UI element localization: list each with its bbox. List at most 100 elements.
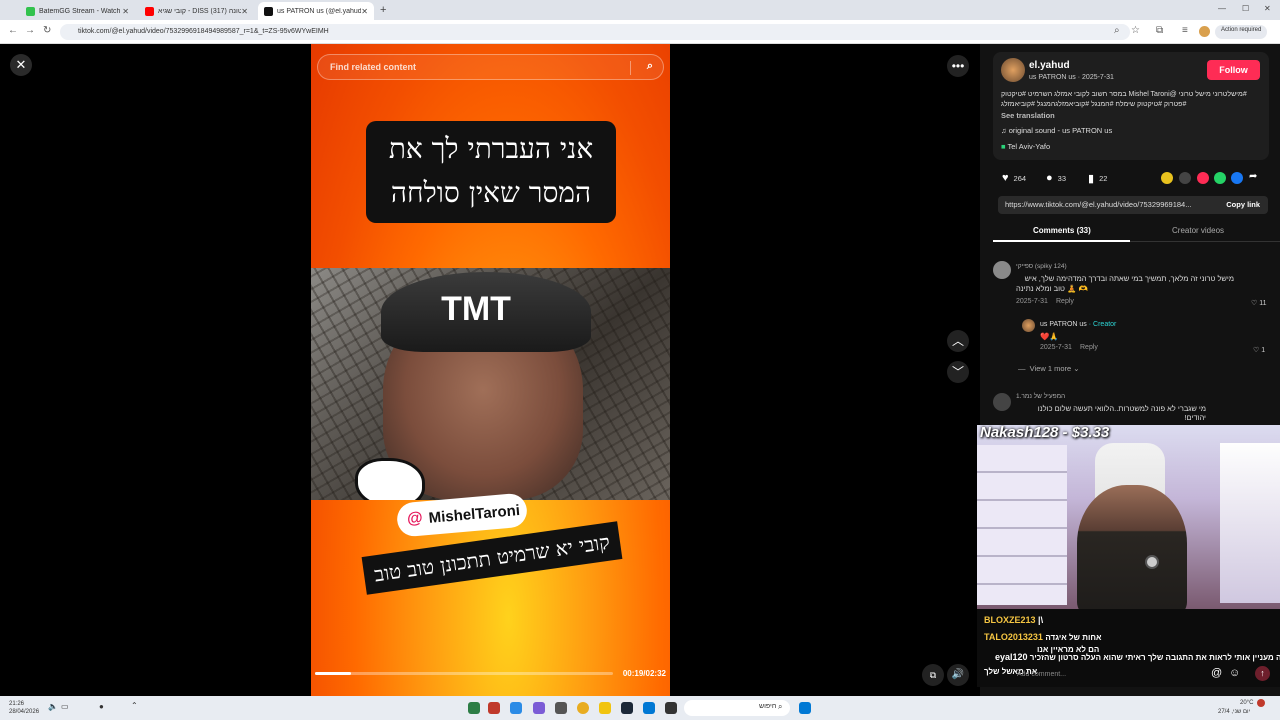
comment-like[interactable]: ♡ 11 (1251, 299, 1267, 307)
new-tab-button[interactable]: + (380, 4, 386, 16)
comment-author[interactable]: ספייקי (spiky 124) (1016, 263, 1067, 270)
video-description: #מישלטרוני מישל טרוני @Mishel Taroni במס… (1001, 91, 1247, 108)
pip-icon[interactable]: ⧉ (922, 664, 944, 686)
youtube-icon (145, 6, 154, 16)
share-link-box[interactable]: https://www.tiktok.com/@el.yahud/video/7… (998, 196, 1268, 214)
app-icon[interactable] (555, 702, 567, 714)
right-date: יום שני, 27/4 (1218, 709, 1251, 715)
weather: 20°C (1240, 700, 1254, 706)
back-icon[interactable]: ← (8, 25, 18, 36)
tab-label: BatemGG Stream - Watch Live (39, 7, 122, 15)
reload-icon[interactable]: ↻ (43, 25, 51, 36)
share-arrow-icon[interactable]: ➦ (1249, 171, 1257, 182)
save-count: 22 (1099, 174, 1108, 183)
follow-button[interactable]: Follow (1207, 60, 1260, 80)
browser-tab-bar: BatemGG Stream - Watch Live ✕ קובי שגיא … (0, 0, 1280, 20)
media-icon[interactable]: ≡ (1182, 25, 1188, 36)
video-player[interactable]: Find related content ⌕ אני העברתי לך את … (311, 44, 670, 696)
comment-author[interactable]: 1.המפעיל של נמר (1016, 393, 1065, 400)
maximize-button[interactable]: ☐ (1242, 4, 1249, 13)
notification-badge[interactable] (1257, 699, 1265, 707)
more-options-icon[interactable]: ••• (947, 55, 969, 77)
minimize-button[interactable]: — (1218, 4, 1226, 13)
video-progress-bar[interactable] (315, 672, 613, 675)
see-translation-link[interactable]: See translation (1001, 111, 1055, 120)
related-search-input[interactable]: Find related content ⌕ (317, 54, 664, 80)
bookmark-star-icon[interactable]: ☆ (1131, 25, 1140, 36)
avatar[interactable] (993, 393, 1011, 411)
browser-tab[interactable]: קובי שגיא - DISS (317) של טונה ✕ (139, 2, 254, 20)
close-icon[interactable]: ✕ (122, 7, 129, 16)
coin-icon[interactable] (1161, 172, 1173, 184)
close-icon[interactable]: ✕ (361, 7, 368, 16)
stream-donation-title: Nakash128 - $3.33 (980, 425, 1110, 441)
like-stat[interactable]: ♥ 264 (1002, 172, 1026, 184)
action-required-button[interactable]: Action required (1215, 25, 1268, 39)
chevron-up-icon[interactable]: ⌃ (131, 701, 138, 710)
app-icon[interactable] (665, 702, 677, 714)
tab-label: קובי שגיא - DISS (317) של טונה (158, 7, 242, 15)
mention-text: MishelTaroni (427, 501, 521, 527)
zoom-icon[interactable]: ⌕ (1114, 25, 1120, 36)
mention-icon[interactable]: @ (1211, 667, 1222, 679)
folder-icon[interactable] (599, 702, 611, 714)
app-icon[interactable] (533, 702, 545, 714)
comment-date: 2025-7-31 (1016, 298, 1048, 305)
chevron-down-icon[interactable]: ﹀ (947, 361, 969, 383)
reply-link[interactable]: Reply (1080, 344, 1098, 351)
taskbar-search[interactable]: חיפוש ⌕ (684, 700, 790, 716)
tab-comments[interactable]: Comments (33) (1033, 226, 1091, 235)
chrome-icon[interactable] (577, 702, 589, 714)
whatsapp-icon[interactable] (1214, 172, 1226, 184)
view-more-replies[interactable]: — View 1 more ⌄ (1018, 364, 1080, 373)
chat-line: eyal120 זה מעניין אותי לראות את התגובה ש… (995, 652, 1280, 662)
location-row[interactable]: ■ Tel Aviv-Yafo (1001, 142, 1050, 151)
video-face-frame: TMT (311, 268, 670, 500)
reply-link[interactable]: Reply (1056, 298, 1074, 305)
clock-date: 28/04/2026 (9, 709, 40, 715)
avatar[interactable] (993, 261, 1011, 279)
mic-icon[interactable]: ● (99, 702, 104, 711)
facebook-icon[interactable] (1231, 172, 1243, 184)
emoji-icon[interactable]: ☺ (1229, 667, 1240, 679)
windows-start-icon[interactable] (799, 702, 811, 714)
tab-creator-videos[interactable]: Creator videos (1172, 226, 1224, 235)
avatar[interactable] (1022, 319, 1035, 332)
comment-like[interactable]: ♡ 1 (1253, 346, 1265, 354)
close-icon[interactable]: ✕ (10, 54, 32, 76)
app-icon[interactable] (643, 702, 655, 714)
forward-icon[interactable]: → (25, 25, 35, 36)
embed-icon[interactable] (1179, 172, 1191, 184)
reply-author-name: us PATRON us (1040, 321, 1087, 328)
app-icon[interactable] (488, 702, 500, 714)
window-close-button[interactable]: ✕ (1264, 4, 1271, 13)
extensions-icon[interactable]: ⧉ (1156, 25, 1163, 36)
url-field[interactable]: tiktok.com/@el.yahud/video/7532996918494… (60, 24, 1130, 40)
view-more-label: View 1 more (1029, 364, 1072, 373)
divider (630, 61, 631, 75)
network-icon[interactable]: ▭ (61, 702, 69, 711)
description-card: el.yahud us PATRON us · 2025-7-31 Follow… (993, 52, 1269, 160)
search-icon[interactable]: ⌕ (647, 60, 653, 73)
reply-author[interactable]: us PATRON us · Creator (1040, 321, 1116, 328)
save-stat[interactable]: ▮ 22 (1088, 172, 1107, 185)
chevron-up-icon[interactable]: ︿ (947, 330, 969, 352)
speaker-icon[interactable]: 🔈 (48, 702, 58, 711)
send-icon[interactable]: ↑ (1255, 666, 1270, 681)
steam-icon[interactable] (621, 702, 633, 714)
app-icon[interactable] (510, 702, 522, 714)
profile-avatar[interactable] (1199, 26, 1210, 37)
comment-count: 33 (1057, 173, 1066, 183)
copy-link-button[interactable]: Copy link (1226, 200, 1260, 209)
comment-stat[interactable]: ● 33 (1046, 172, 1066, 184)
add-comment-input[interactable]: Add comment... (1017, 671, 1066, 678)
username[interactable]: el.yahud (1029, 60, 1070, 71)
volume-icon[interactable]: 🔊 (947, 664, 969, 686)
browser-tab-active[interactable]: us PATRON us (@el.yahud) ✕ (258, 2, 374, 20)
xbox-icon[interactable] (468, 702, 480, 714)
avatar[interactable] (1001, 58, 1025, 82)
close-icon[interactable]: ✕ (241, 7, 248, 16)
repost-icon[interactable] (1197, 172, 1209, 184)
sound-row[interactable]: ♫ original sound - us PATRON us (1001, 126, 1112, 135)
browser-tab[interactable]: BatemGG Stream - Watch Live ✕ (20, 2, 135, 20)
